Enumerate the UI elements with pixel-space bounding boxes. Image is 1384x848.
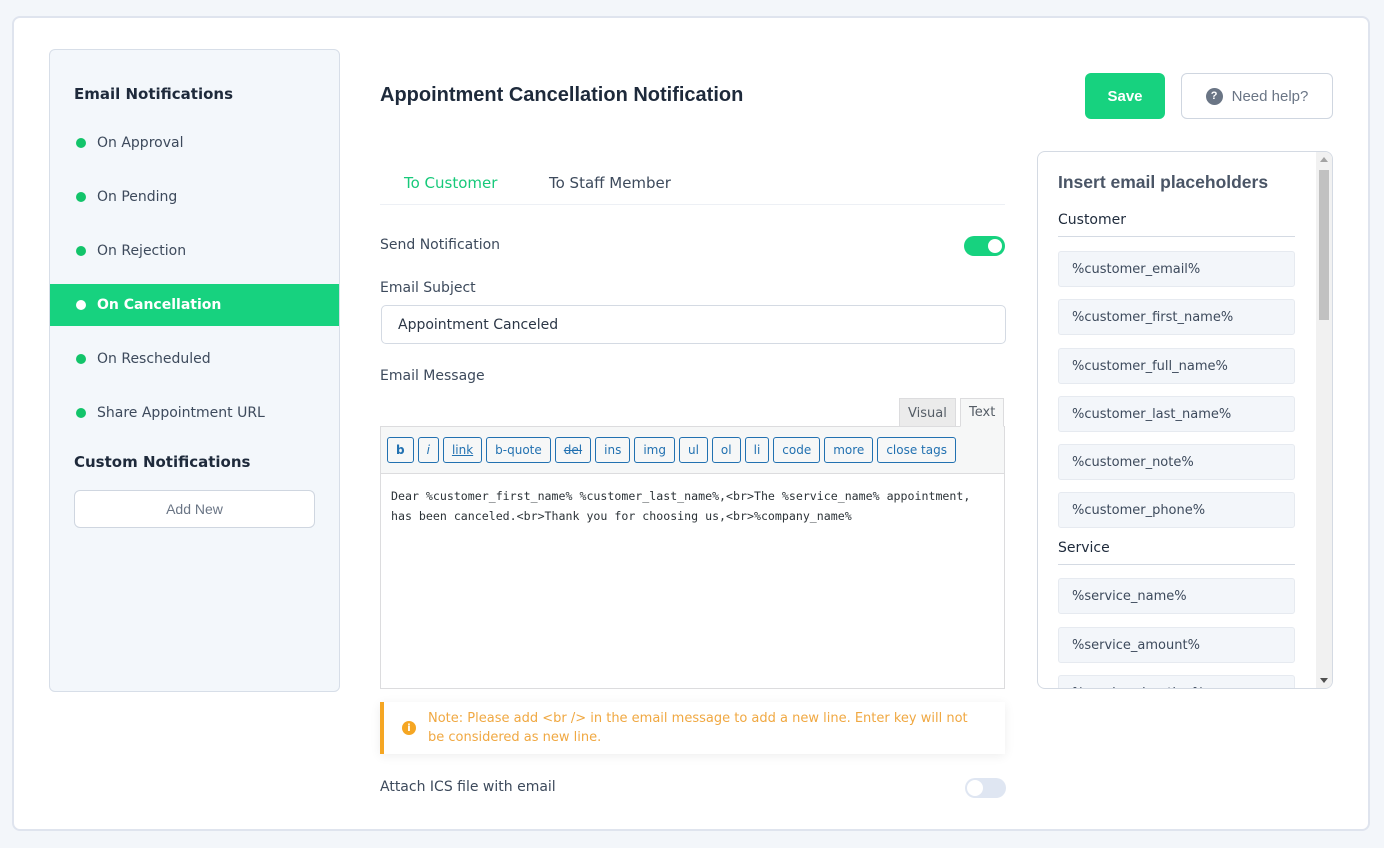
question-circle-icon: ? <box>1205 87 1223 105</box>
page-title: Appointment Cancellation Notification <box>380 84 744 106</box>
sidebar-item-share-appointment-url[interactable]: Share Appointment URL <box>50 392 339 434</box>
placeholder-item[interactable]: %customer_last_name% <box>1058 396 1295 432</box>
placeholders-scrollbar[interactable] <box>1316 152 1332 688</box>
status-dot-icon <box>76 408 86 418</box>
email-message-textarea[interactable]: Dear %customer_first_name% %customer_las… <box>380 473 1005 689</box>
placeholder-item[interactable]: %service_duration% <box>1058 675 1295 688</box>
sidebar-item-label: On Rescheduled <box>97 351 211 367</box>
placeholder-item[interactable]: %customer_phone% <box>1058 492 1295 528</box>
blockquote-button[interactable]: b-quote <box>486 437 551 463</box>
email-notifications-heading: Email Notifications <box>74 85 234 103</box>
placeholder-group-service: Service <box>1058 540 1295 565</box>
email-message-label: Email Message <box>380 368 485 384</box>
sidebar-item-on-pending[interactable]: On Pending <box>50 176 339 218</box>
status-dot-icon <box>76 354 86 364</box>
placeholder-item[interactable]: %customer_first_name% <box>1058 299 1295 335</box>
italic-button[interactable]: i <box>417 437 439 463</box>
placeholder-item[interactable]: %service_amount% <box>1058 627 1295 663</box>
sidebar-item-label: Share Appointment URL <box>97 405 265 421</box>
ul-button[interactable]: ul <box>678 437 708 463</box>
sidebar-item-on-rescheduled[interactable]: On Rescheduled <box>50 338 339 380</box>
email-subject-input[interactable] <box>381 305 1006 344</box>
custom-notifications-heading: Custom Notifications <box>74 453 251 471</box>
tab-to-customer[interactable]: To Customer <box>404 174 497 192</box>
editor-tab-text[interactable]: Text <box>960 398 1005 427</box>
placeholder-item[interactable]: %customer_note% <box>1058 444 1295 480</box>
sidebar-item-label: On Pending <box>97 189 178 205</box>
status-dot-icon <box>76 192 86 202</box>
placeholder-item[interactable]: %service_name% <box>1058 578 1295 614</box>
scroll-up-arrow-icon[interactable] <box>1320 157 1328 162</box>
save-button[interactable]: Save <box>1085 73 1165 119</box>
status-dot-icon <box>76 300 86 310</box>
sidebar-item-on-rejection[interactable]: On Rejection <box>50 230 339 272</box>
scroll-down-arrow-icon[interactable] <box>1320 678 1328 683</box>
notifications-sidebar: Email Notifications On Approval On Pendi… <box>49 49 340 692</box>
close-tags-button[interactable]: close tags <box>877 437 956 463</box>
need-help-button[interactable]: ? Need help? <box>1181 73 1333 119</box>
status-dot-icon <box>76 246 86 256</box>
need-help-label: Need help? <box>1231 87 1309 105</box>
toggle-knob <box>988 239 1002 253</box>
status-dot-icon <box>76 138 86 148</box>
placeholder-group-customer: Customer <box>1058 212 1295 237</box>
ins-button[interactable]: ins <box>595 437 631 463</box>
sidebar-item-on-approval[interactable]: On Approval <box>50 122 339 164</box>
li-button[interactable]: li <box>744 437 770 463</box>
scroll-thumb[interactable] <box>1319 170 1329 320</box>
img-button[interactable]: img <box>634 437 675 463</box>
ol-button[interactable]: ol <box>711 437 741 463</box>
link-button[interactable]: link <box>442 437 483 463</box>
placeholders-panel: Insert email placeholders Customer %cust… <box>1037 151 1333 689</box>
add-new-button[interactable]: Add New <box>74 490 315 528</box>
code-button[interactable]: code <box>773 437 821 463</box>
attach-ics-label: Attach ICS file with email <box>380 779 556 795</box>
note-text: Note: Please add <br /> in the email mes… <box>428 711 968 745</box>
sidebar-item-label: On Approval <box>97 135 184 151</box>
toggle-knob <box>967 780 983 796</box>
placeholders-title: Insert email placeholders <box>1058 172 1269 192</box>
editor-tab-visual[interactable]: Visual <box>899 398 956 427</box>
del-button[interactable]: del <box>554 437 592 463</box>
info-circle-icon: i <box>402 721 416 735</box>
editor-toolbar: b i link b-quote del ins img ul ol li co… <box>380 426 1005 474</box>
tab-to-staff-member[interactable]: To Staff Member <box>549 174 671 192</box>
send-notification-label: Send Notification <box>380 237 501 253</box>
email-subject-label: Email Subject <box>380 280 476 296</box>
sidebar-item-label: On Cancellation <box>97 297 222 313</box>
sidebar-item-on-cancellation[interactable]: On Cancellation <box>50 284 339 326</box>
new-line-note: i Note: Please add <br /> in the email m… <box>380 702 1005 754</box>
placeholder-item[interactable]: %customer_full_name% <box>1058 348 1295 384</box>
more-button[interactable]: more <box>824 437 874 463</box>
send-notification-toggle[interactable] <box>964 236 1005 256</box>
bold-button[interactable]: b <box>387 437 414 463</box>
sidebar-item-label: On Rejection <box>97 243 187 259</box>
attach-ics-toggle[interactable] <box>965 778 1006 798</box>
placeholder-item[interactable]: %customer_email% <box>1058 251 1295 287</box>
recipient-tabs: To Customer To Staff Member <box>380 164 1005 205</box>
